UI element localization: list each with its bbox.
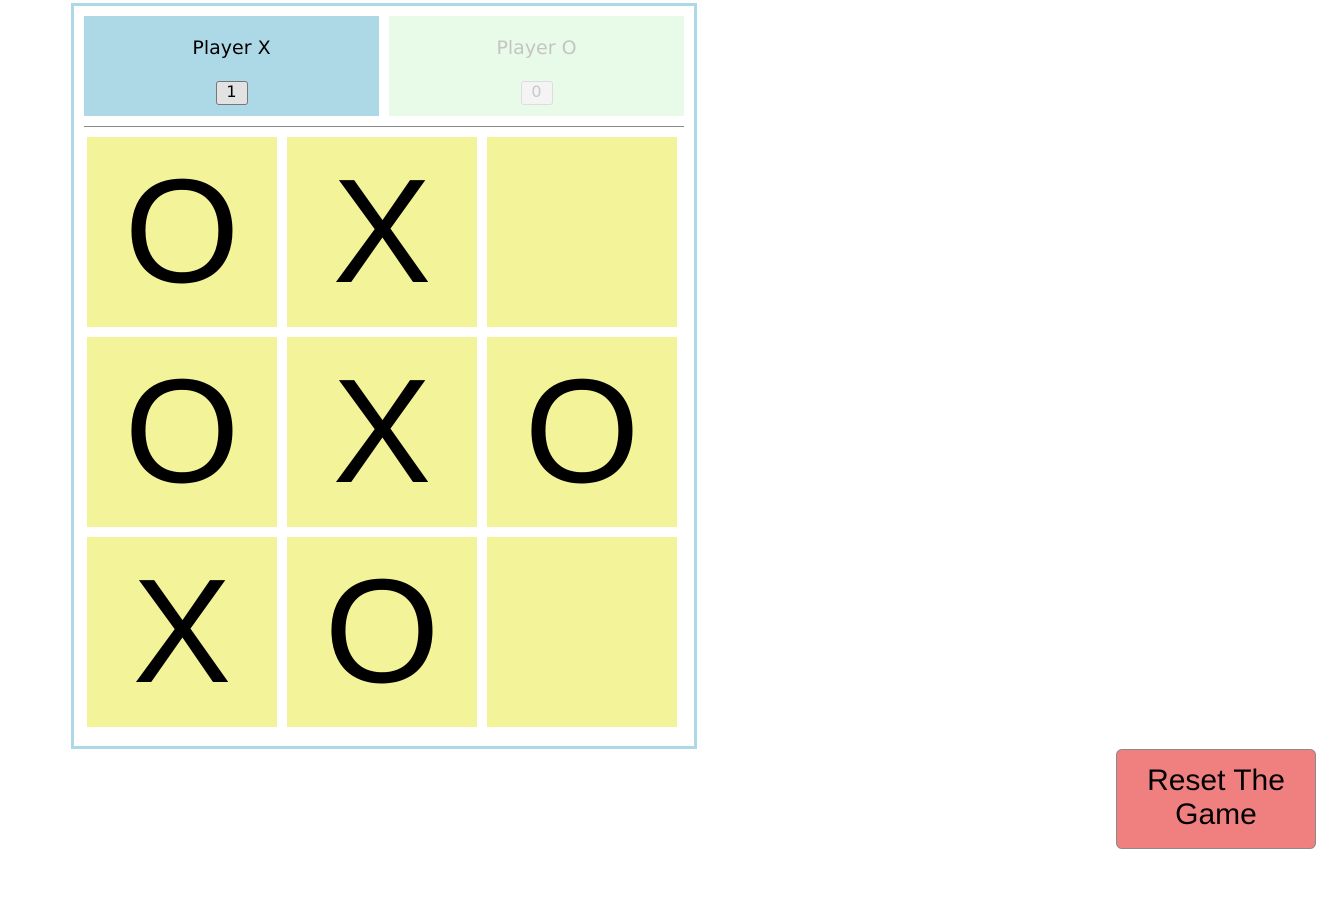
player-x-score[interactable]: 1	[215, 81, 248, 105]
board-cell[interactable]: O	[487, 337, 677, 527]
player-x-name: Player X	[192, 37, 271, 59]
player-o-score: 0	[520, 81, 553, 105]
player-o-name: Player O	[496, 37, 577, 59]
board-cell[interactable]: X	[287, 137, 477, 327]
board-cell[interactable]: O	[87, 337, 277, 527]
board-cell[interactable]: X	[87, 537, 277, 727]
board-cell[interactable]	[487, 537, 677, 727]
game-container: Player X 1 Player O 0 O X O X O X O	[71, 3, 697, 749]
player-x-panel: Player X 1	[84, 16, 379, 116]
board-cell[interactable]: O	[87, 137, 277, 327]
player-o-panel: Player O 0	[389, 16, 684, 116]
board-cell[interactable]	[487, 137, 677, 327]
game-board: O X O X O X O	[87, 137, 677, 727]
scoreboard: Player X 1 Player O 0	[84, 16, 684, 116]
board-cell[interactable]: O	[287, 537, 477, 727]
divider	[84, 126, 684, 127]
reset-game-button[interactable]: Reset The Game	[1116, 749, 1316, 849]
board-cell[interactable]: X	[287, 337, 477, 527]
